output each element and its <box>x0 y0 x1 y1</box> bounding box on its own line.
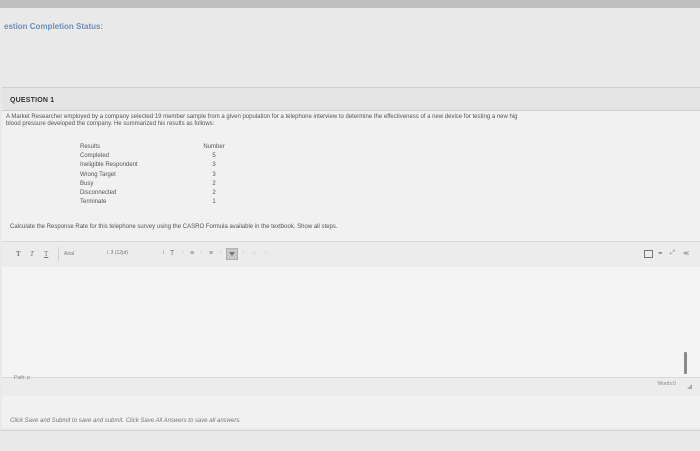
row-label: Busy <box>80 180 94 187</box>
stepper-arrows-icon[interactable]: ↕ <box>162 250 165 256</box>
word-count: Words:0 <box>657 381 676 387</box>
spellcheck-icon[interactable] <box>644 250 653 260</box>
fullscreen-icon[interactable]: ⤢ <box>670 250 675 257</box>
toolbar-divider <box>58 247 59 261</box>
font-size-select[interactable]: ↕ 3 (12pt) <box>106 250 128 256</box>
editor-scrollbar[interactable] <box>684 352 687 374</box>
number-header-label: Number <box>203 144 225 150</box>
row-value: 2 <box>212 180 216 187</box>
results-header-label: Results <box>80 144 101 150</box>
editor-status-bar: Path: p Words:0 <box>2 375 700 396</box>
question-title: QUESTION 1 <box>10 97 55 104</box>
font-size-label: 3 (12pt) <box>110 250 128 256</box>
highlight-color-glyph <box>225 247 239 261</box>
question-text: A Market Researcher employed by a compan… <box>6 114 696 128</box>
top-strip <box>0 0 700 8</box>
footer-divider <box>0 430 700 431</box>
row-value: 3 <box>212 162 216 169</box>
font-family-select[interactable]: Arial <box>64 251 74 257</box>
row-label: Disconnected <box>80 189 117 196</box>
edit-icon[interactable]: ✒ <box>658 250 663 257</box>
row-value: 1 <box>212 199 216 206</box>
numbered-list-icon[interactable]: ≡ <box>209 250 213 257</box>
bullet-list-icon[interactable]: ≡ <box>190 250 194 257</box>
collapse-icon[interactable]: ≪ <box>683 250 689 257</box>
text-color-button[interactable]: T <box>170 250 174 257</box>
page: estion Completion Status: QUESTION 1 A M… <box>0 0 700 451</box>
question-text-line-2: blood pressure developed the company. He… <box>6 121 215 127</box>
row-label: Terminate <box>80 199 107 206</box>
dropdown-dot-icon[interactable]: · <box>200 250 202 256</box>
highlight-color-icon[interactable] <box>225 247 239 262</box>
link-icon[interactable]: ○ <box>252 250 256 257</box>
question-text-line-1: A Market Researcher employed by a compan… <box>6 114 518 120</box>
dropdown-dot-icon[interactable]: · <box>242 250 244 256</box>
row-value: 2 <box>212 189 216 196</box>
spellcheck-glyph <box>644 250 653 258</box>
path-label: Path: p <box>14 375 30 381</box>
row-label: Wrong Target <box>80 171 116 178</box>
editor-toolbar: T T T Arial ↕ 3 (12pt) ↕ T · ≡ · ≡ · · ○… <box>2 241 700 268</box>
dropdown-dot-icon[interactable]: · <box>182 250 184 256</box>
question-instruction: Calculate the Response Rate for this tel… <box>10 224 338 230</box>
unlink-icon[interactable]: ○ <box>264 250 268 257</box>
question-completion-status: estion Completion Status: <box>4 22 104 31</box>
question-header: QUESTION 1 <box>2 88 700 111</box>
row-label: Completed <box>80 153 110 160</box>
footer-note: Click Save and Submit to save and submit… <box>10 418 241 424</box>
resize-handle-icon[interactable] <box>687 384 692 389</box>
question-panel: QUESTION 1 A Market Researcher employed … <box>2 87 700 428</box>
row-value: 3 <box>212 171 216 178</box>
italic-button[interactable]: T <box>30 250 34 258</box>
dropdown-dot-icon[interactable]: · <box>220 250 222 256</box>
row-label: Ineligible Respondent <box>80 162 138 169</box>
row-value: 5 <box>212 153 216 160</box>
underline-button[interactable]: T <box>44 250 48 258</box>
bold-button[interactable]: T <box>16 250 21 258</box>
answer-editor[interactable] <box>2 267 700 377</box>
